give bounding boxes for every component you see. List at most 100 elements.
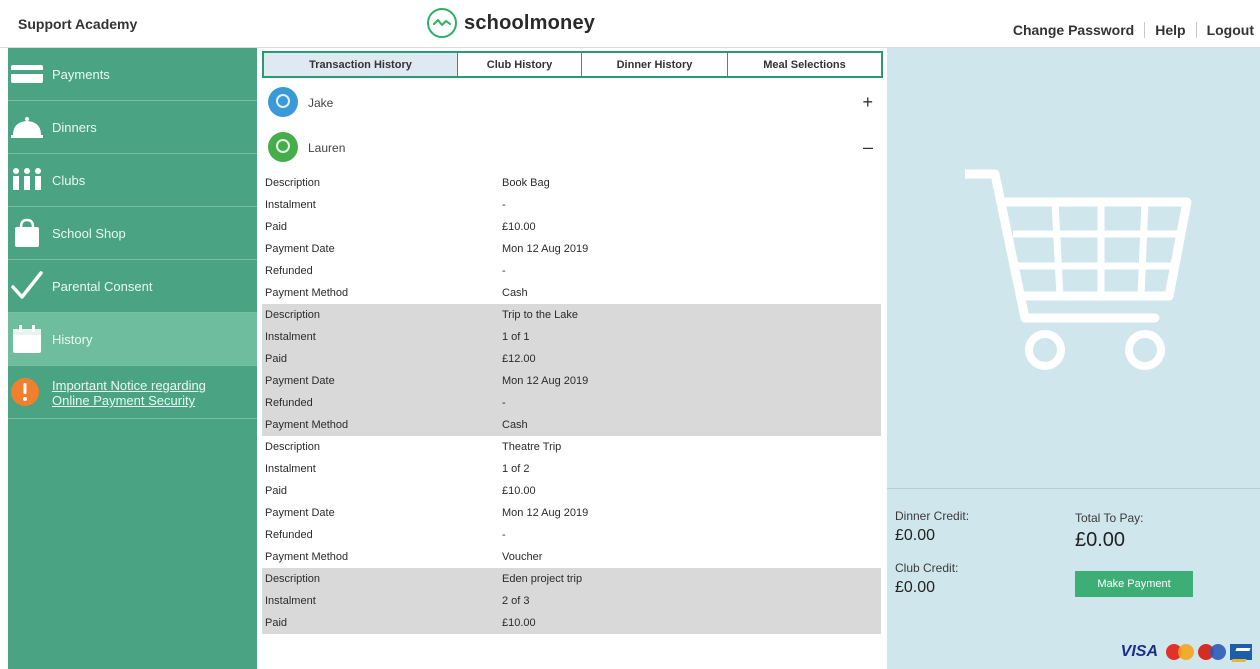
checkmark-icon [11,271,43,299]
logout-link[interactable]: Logout [1207,22,1254,38]
change-password-link[interactable]: Change Password [1013,22,1134,38]
card-icon [11,65,43,83]
refunded-value: - [502,397,506,409]
paid-value: £10.00 [502,617,536,629]
field-label: Refunded [265,265,313,277]
field-label: Payment Method [265,287,349,299]
field-label: Instalment [265,331,316,343]
school-name: Support Academy [18,16,138,32]
club-credit-value: £0.00 [895,579,936,596]
cloche-icon [11,117,43,138]
divider [1195,22,1197,38]
child-row-lauren[interactable]: Lauren – [262,125,883,170]
payment-date-value: Mon 12 Aug 2019 [502,507,589,519]
description-value: Trip to the Lake [502,309,579,321]
avatar [268,87,298,117]
total-to-pay-value: £0.00 [1075,529,1126,551]
paid-value: £10.00 [502,221,536,233]
sidebar-item-label: Parental Consent [52,279,153,294]
payment-method-value: Cash [502,287,528,299]
help-link[interactable]: Help [1155,22,1185,38]
payment-date-value: Mon 12 Aug 2019 [502,375,589,387]
field-label: Instalment [265,463,316,475]
children-list: Jake + Lauren – [262,80,883,170]
visa-logo: VISA [1120,643,1158,660]
description-value: Eden project trip [502,573,583,585]
sidebar-item-parental-consent[interactable]: Parental Consent [8,260,257,313]
sidebar-item-label: Dinners [52,120,97,135]
maestro-icon [1198,644,1226,660]
history-tabs: Transaction History Club History Dinner … [262,51,883,78]
txn-row: Instalment 2 of 3 [262,590,881,612]
basket-panel: Dinner Credit: £0.00 Club Credit: £0.00 … [887,48,1260,669]
transaction-list: Description Book Bag Instalment - Paid £10.… [262,172,881,669]
refunded-value: - [502,265,506,277]
field-label: Description [265,441,321,453]
paid-value: £12.00 [502,353,536,365]
notice-line-2: Online Payment Security [52,393,196,408]
dinner-credit-value: £0.00 [895,527,936,544]
sidebar-item-label: School Shop [52,226,126,241]
transaction-record: Description Eden project trip Instalment 2… [262,568,881,634]
sidebar-item-payments[interactable]: Payments [8,48,257,101]
security-notice-link[interactable]: Important Notice regarding Online Payment… [52,378,206,408]
field-label: Description [265,309,321,321]
refunded-value: - [502,529,506,541]
field-label: Paid [265,485,288,497]
expand-icon[interactable]: + [862,92,873,113]
tab-meal-selections[interactable]: Meal Selections [728,53,881,76]
field-label: Refunded [265,397,313,409]
txn-row: Paid £12.00 [262,348,881,370]
user-icon [276,94,290,108]
field-label: Description [265,573,321,585]
shopping-bag-icon [15,218,39,247]
child-row-jake[interactable]: Jake + [262,80,883,125]
make-payment-button[interactable]: Make Payment [1075,571,1193,597]
sidebar-item-dinners[interactable]: Dinners [8,101,257,154]
tab-transaction-history[interactable]: Transaction History [264,53,458,76]
txn-row: Payment Date Mon 12 Aug 2019 [262,370,881,392]
field-label: Payment Date [265,375,335,387]
payment-method-value: Cash [502,419,528,431]
calendar-icon [13,325,41,353]
tab-club-history[interactable]: Club History [458,53,582,76]
logo-text: schoolmoney [464,11,596,34]
sidebar-item-security-notice[interactable]: Important Notice regarding Online Payment… [8,366,257,419]
tab-dinner-history[interactable]: Dinner History [582,53,728,76]
collapse-icon[interactable]: – [863,137,873,158]
txn-row: Refunded - [262,392,881,414]
avatar [268,132,298,162]
transaction-record: Description Book Bag Instalment - Paid £10.… [262,172,881,304]
sidebar-item-school-shop[interactable]: School Shop [8,207,257,260]
txn-row: Refunded - [262,260,881,282]
txn-row: Payment Method Voucher [262,546,881,568]
payment-method-value: Voucher [502,551,543,563]
txn-row: Payment Method Cash [262,414,881,436]
sidebar-item-clubs[interactable]: Clubs [8,154,257,207]
txn-row: Instalment 1 of 1 [262,326,881,348]
field-label: Instalment [265,595,316,607]
description-value: Theatre Trip [502,441,562,453]
txn-row: Payment Date Mon 12 Aug 2019 [262,238,881,260]
txn-row: Refunded - [262,524,881,546]
field-label: Paid [265,617,288,629]
child-name: Jake [308,96,334,110]
mastercard-icon [1166,644,1194,660]
sidebar-item-history[interactable]: History [8,313,257,366]
field-label: Payment Method [265,551,349,563]
child-name: Lauren [308,141,346,155]
txn-row: Description Eden project trip [262,568,881,590]
description-value: Book Bag [502,177,550,189]
field-label: Refunded [265,529,313,541]
txn-row: Paid £10.00 [262,612,881,634]
shopping-cart-icon [965,169,1192,370]
user-icon [276,139,290,153]
payment-date-value: Mon 12 Aug 2019 [502,243,589,255]
top-header: Support Academy schoolmoney Change Passw… [0,0,1260,48]
instalment-value: - [502,199,506,211]
txn-row: Instalment - [262,194,881,216]
notice-line-1: Important Notice regarding [52,378,206,393]
field-label: Instalment [265,199,316,211]
schoolmoney-logo[interactable]: schoolmoney [427,8,595,38]
alert-icon [11,378,39,406]
